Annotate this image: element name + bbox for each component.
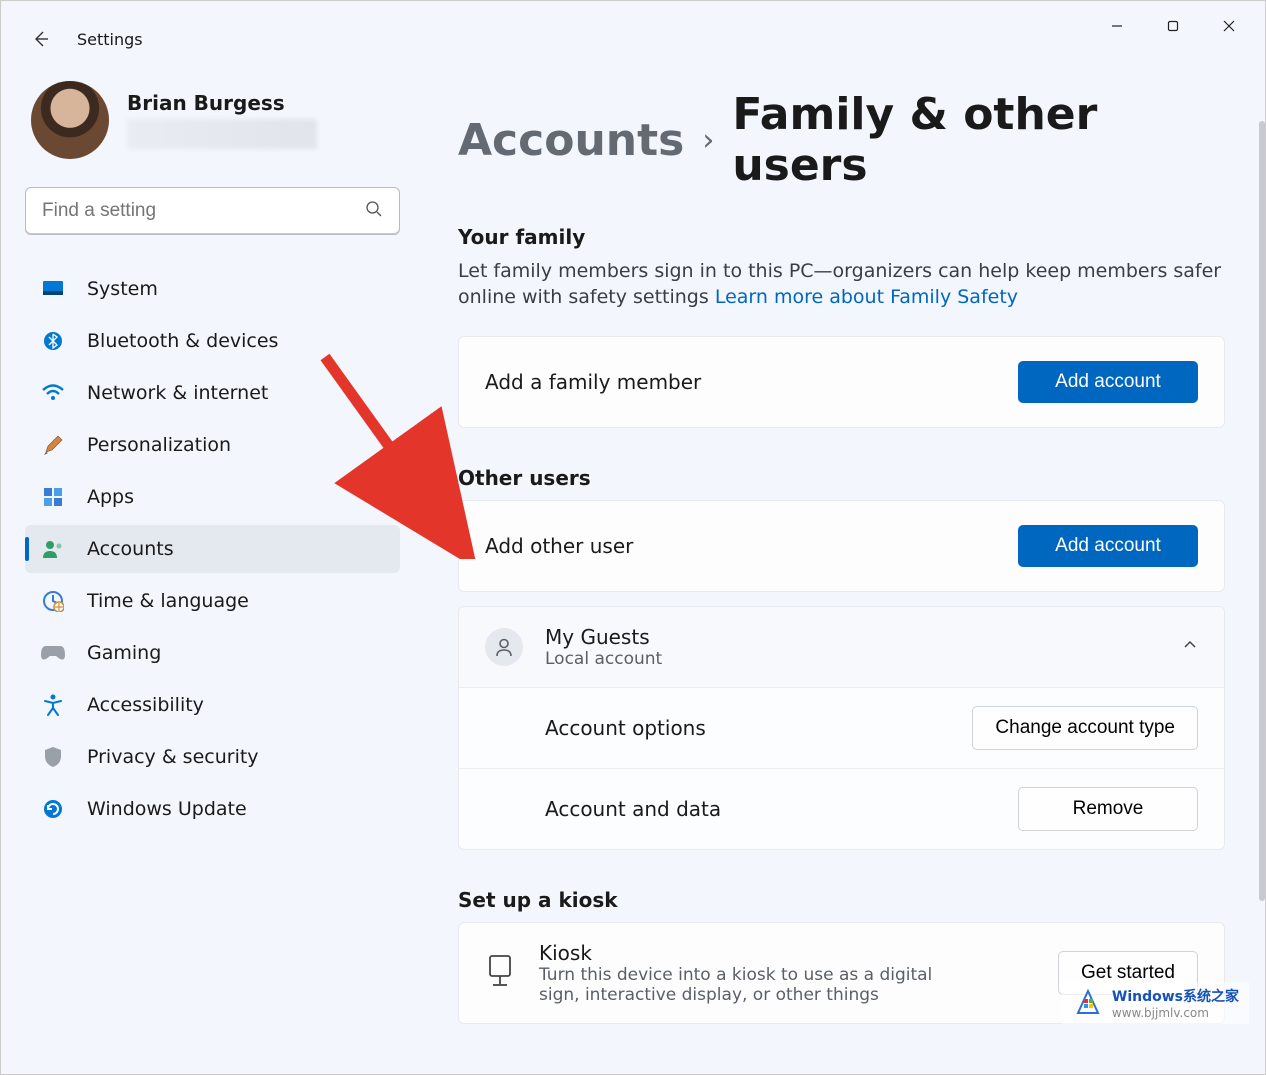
other-users-title: Other users: [458, 466, 1225, 490]
kiosk-desc: Turn this device into a kiosk to use as …: [539, 965, 959, 1005]
nav-bluetooth[interactable]: Bluetooth & devices: [25, 317, 400, 365]
breadcrumb: Accounts › Family & other users: [458, 89, 1225, 191]
kiosk-section-title: Set up a kiosk: [458, 888, 1225, 912]
search-box[interactable]: [25, 187, 400, 235]
guest-user-block: My Guests Local account Account options …: [458, 606, 1225, 850]
sidebar: Brian Burgess System Bluetooth & devices…: [1, 51, 416, 1074]
family-safety-link[interactable]: Learn more about Family Safety: [715, 286, 1018, 308]
minimize-button[interactable]: [1089, 6, 1145, 46]
time-icon: [41, 589, 65, 613]
kiosk-title: Kiosk: [539, 941, 959, 965]
nav-label: Bluetooth & devices: [87, 330, 278, 352]
nav-accounts[interactable]: Accounts: [25, 525, 400, 573]
nav-time-language[interactable]: Time & language: [25, 577, 400, 625]
nav-windows-update[interactable]: Windows Update: [25, 785, 400, 833]
system-icon: [41, 277, 65, 301]
scrollbar[interactable]: [1259, 121, 1265, 901]
nav-list: System Bluetooth & devices Network & int…: [25, 265, 400, 833]
nav-apps[interactable]: Apps: [25, 473, 400, 521]
bluetooth-icon: [41, 329, 65, 353]
profile-block[interactable]: Brian Burgess: [25, 81, 400, 159]
chevron-up-icon: [1182, 637, 1198, 657]
gaming-icon: [41, 641, 65, 665]
account-options-label: Account options: [545, 716, 706, 740]
nav-gaming[interactable]: Gaming: [25, 629, 400, 677]
windows-logo-icon: [1072, 987, 1104, 1019]
nav-label: Personalization: [87, 434, 231, 456]
accounts-icon: [41, 537, 65, 561]
account-options-row: Account options Change account type: [459, 688, 1224, 768]
nav-privacy[interactable]: Privacy & security: [25, 733, 400, 781]
account-data-label: Account and data: [545, 797, 721, 821]
app-title: Settings: [77, 30, 143, 49]
add-family-account-button[interactable]: Add account: [1018, 361, 1198, 403]
add-other-account-button[interactable]: Add account: [1018, 525, 1198, 567]
chevron-right-icon: ›: [702, 123, 714, 158]
guest-name: My Guests: [545, 625, 662, 649]
titlebar: [1, 1, 1265, 51]
nav-accessibility[interactable]: Accessibility: [25, 681, 400, 729]
watermark-url: www.bjjmlv.com: [1112, 1006, 1239, 1020]
nav-system[interactable]: System: [25, 265, 400, 313]
nav-personalization[interactable]: Personalization: [25, 421, 400, 469]
person-icon: [485, 628, 523, 666]
back-button[interactable]: [25, 23, 57, 55]
update-icon: [41, 797, 65, 821]
nav-label: Privacy & security: [87, 746, 259, 768]
kiosk-icon: [485, 954, 515, 992]
family-section-desc: Let family members sign in to this PC—or…: [458, 259, 1225, 310]
add-family-card: Add a family member Add account: [458, 336, 1225, 428]
nav-label: Apps: [87, 486, 134, 508]
profile-email-redacted: [127, 119, 317, 149]
add-other-label: Add other user: [485, 534, 633, 558]
brush-icon: [41, 433, 65, 457]
watermark-title: Windows系统之家: [1112, 986, 1239, 1006]
wifi-icon: [41, 381, 65, 405]
nav-label: Accounts: [87, 538, 174, 560]
maximize-button[interactable]: [1145, 6, 1201, 46]
accessibility-icon: [41, 693, 65, 717]
breadcrumb-current: Family & other users: [732, 89, 1225, 191]
add-family-label: Add a family member: [485, 370, 701, 394]
nav-label: Windows Update: [87, 798, 247, 820]
account-data-row: Account and data Remove: [459, 768, 1224, 849]
nav-label: System: [87, 278, 158, 300]
add-other-card: Add other user Add account: [458, 500, 1225, 592]
family-section-title: Your family: [458, 225, 1225, 249]
avatar: [31, 81, 109, 159]
breadcrumb-parent[interactable]: Accounts: [458, 115, 684, 166]
profile-name: Brian Burgess: [127, 91, 317, 115]
nav-label: Gaming: [87, 642, 161, 664]
apps-icon: [41, 485, 65, 509]
change-account-type-button[interactable]: Change account type: [972, 706, 1198, 750]
nav-label: Accessibility: [87, 694, 204, 716]
search-input[interactable]: [42, 200, 365, 222]
nav-label: Network & internet: [87, 382, 268, 404]
close-button[interactable]: [1201, 6, 1257, 46]
nav-network[interactable]: Network & internet: [25, 369, 400, 417]
guest-type: Local account: [545, 649, 662, 669]
watermark: Windows系统之家 www.bjjmlv.com: [1062, 982, 1249, 1024]
search-icon: [365, 200, 383, 222]
guest-user-header[interactable]: My Guests Local account: [459, 607, 1224, 688]
remove-account-button[interactable]: Remove: [1018, 787, 1198, 831]
nav-label: Time & language: [87, 590, 249, 612]
main-content: Accounts › Family & other users Your fam…: [416, 51, 1265, 1074]
shield-icon: [41, 745, 65, 769]
